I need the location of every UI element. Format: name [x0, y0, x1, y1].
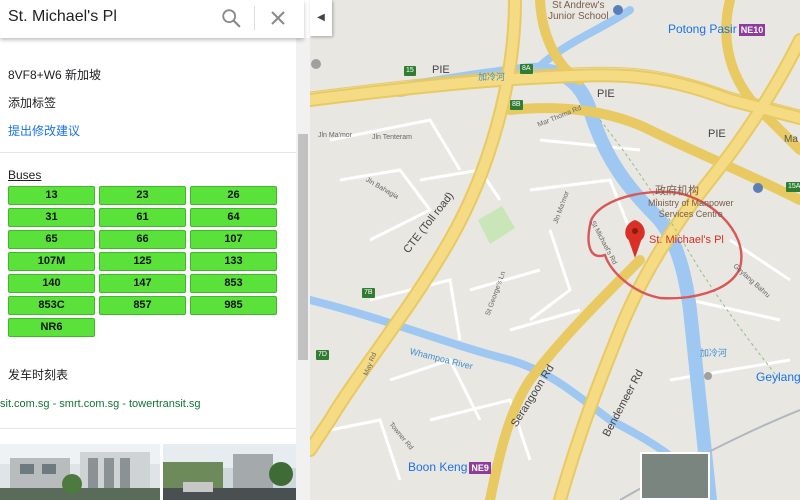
exit-number-badge: 8B — [510, 100, 523, 110]
place-panel: St. Michael's Pl 8VF8+W6 新加坡 添加标签 提出修改建议… — [0, 0, 310, 500]
bus-route-grid: 13 23 26 31 61 64 65 66 107 107M 125 133 140 147 853 85… — [8, 186, 278, 337]
bus-route-chip[interactable]: 26 — [190, 186, 277, 205]
exit-number-badge: 15A — [786, 182, 800, 192]
highway-pie-label: PIE — [597, 88, 615, 100]
bus-route-chip[interactable]: 61 — [99, 208, 186, 227]
selected-place-label[interactable]: St. Michael's Pl — [649, 234, 724, 246]
map-graphics — [310, 0, 800, 500]
road-label: Jln Ma'mor — [318, 132, 353, 139]
bus-route-chip[interactable]: 985 — [190, 296, 277, 315]
operator-links: sit.com.sg - smrt.com.sg - towertransit.… — [0, 398, 201, 410]
bus-route-chip[interactable]: 107 — [190, 230, 277, 249]
search-input[interactable]: St. Michael's Pl — [8, 8, 117, 26]
operator-link-towertransit[interactable]: towertransit.sg — [129, 398, 201, 410]
exit-number-badge: 7D — [316, 350, 329, 360]
exit-number-badge: 8A — [520, 64, 533, 74]
station-potong-pasir[interactable]: Potong Pasir NE10 — [668, 22, 766, 36]
search-icon[interactable] — [220, 7, 242, 29]
bus-route-chip[interactable]: 31 — [8, 208, 95, 227]
photo-strip — [0, 444, 296, 500]
highway-pie-label: PIE — [708, 128, 726, 140]
bus-route-chip[interactable]: NR6 — [8, 318, 95, 337]
poi-school-label[interactable]: St Andrew's Junior School — [548, 0, 609, 22]
exit-number-badge: 15 — [404, 66, 416, 76]
plus-code: 8VF8+W6 新加坡 — [8, 68, 102, 82]
bus-route-chip[interactable]: 107M — [8, 252, 95, 271]
river-label: 加冷河 — [478, 72, 506, 82]
scrollbar-thumb[interactable] — [298, 134, 308, 360]
bus-route-chip[interactable]: 65 — [8, 230, 95, 249]
bus-route-chip[interactable]: 64 — [190, 208, 277, 227]
link-separator: - — [49, 398, 60, 410]
river-label: 加冷河 — [700, 348, 728, 358]
bus-route-chip[interactable]: 140 — [8, 274, 95, 293]
operator-link-smrt[interactable]: smrt.com.sg — [59, 398, 119, 410]
map-edge-label: Ma — [784, 134, 798, 145]
bus-route-chip[interactable]: 66 — [99, 230, 186, 249]
bus-route-chip[interactable]: 147 — [99, 274, 186, 293]
exit-number-badge: 7B — [362, 288, 375, 298]
highway-pie-label: PIE — [432, 64, 450, 76]
bus-route-chip[interactable]: 23 — [99, 186, 186, 205]
station-code-badge: NE9 — [469, 462, 491, 474]
bus-route-chip[interactable]: 853C — [8, 296, 95, 315]
operator-link-transit[interactable]: sit.com.sg — [0, 398, 50, 410]
bus-route-chip[interactable]: 853 — [190, 274, 277, 293]
search-box[interactable]: St. Michael's Pl — [0, 0, 304, 38]
imagery-toggle-thumbnail[interactable] — [640, 452, 710, 500]
bus-route-chip[interactable]: 133 — [190, 252, 277, 271]
road-label: Jln Tenteram — [372, 134, 412, 141]
street-photo[interactable] — [0, 444, 160, 500]
timetable-heading: 发车时刻表 — [8, 368, 69, 382]
bus-route-chip[interactable]: 125 — [99, 252, 186, 271]
map-canvas[interactable]: St Andrew's Junior School Potong Pasir NE… — [310, 0, 800, 500]
location-pin-icon — [625, 220, 645, 258]
close-icon[interactable] — [268, 8, 288, 28]
link-separator: - — [119, 398, 129, 410]
add-label-link[interactable]: 添加标签 — [8, 94, 56, 111]
street-photo[interactable] — [163, 444, 296, 500]
station-boon-keng[interactable]: Boon Keng NE9 — [408, 460, 491, 474]
chevron-left-icon: ◀ — [317, 12, 325, 23]
bus-route-chip[interactable]: 13 — [8, 186, 95, 205]
collapse-panel-button[interactable]: ◀ — [310, 0, 332, 36]
buses-heading[interactable]: Buses — [8, 168, 41, 182]
poi-ministry-label[interactable]: Ministry of Manpower Services Centre — [648, 184, 734, 220]
station-code-badge: NE10 — [738, 24, 766, 36]
search-divider — [254, 6, 255, 30]
suggest-edit-link[interactable]: 提出修改建议 — [8, 122, 80, 139]
divider — [0, 428, 296, 429]
divider — [0, 152, 296, 153]
bus-route-chip[interactable]: 857 — [99, 296, 186, 315]
area-geylang-label: Geylang — [756, 370, 800, 384]
